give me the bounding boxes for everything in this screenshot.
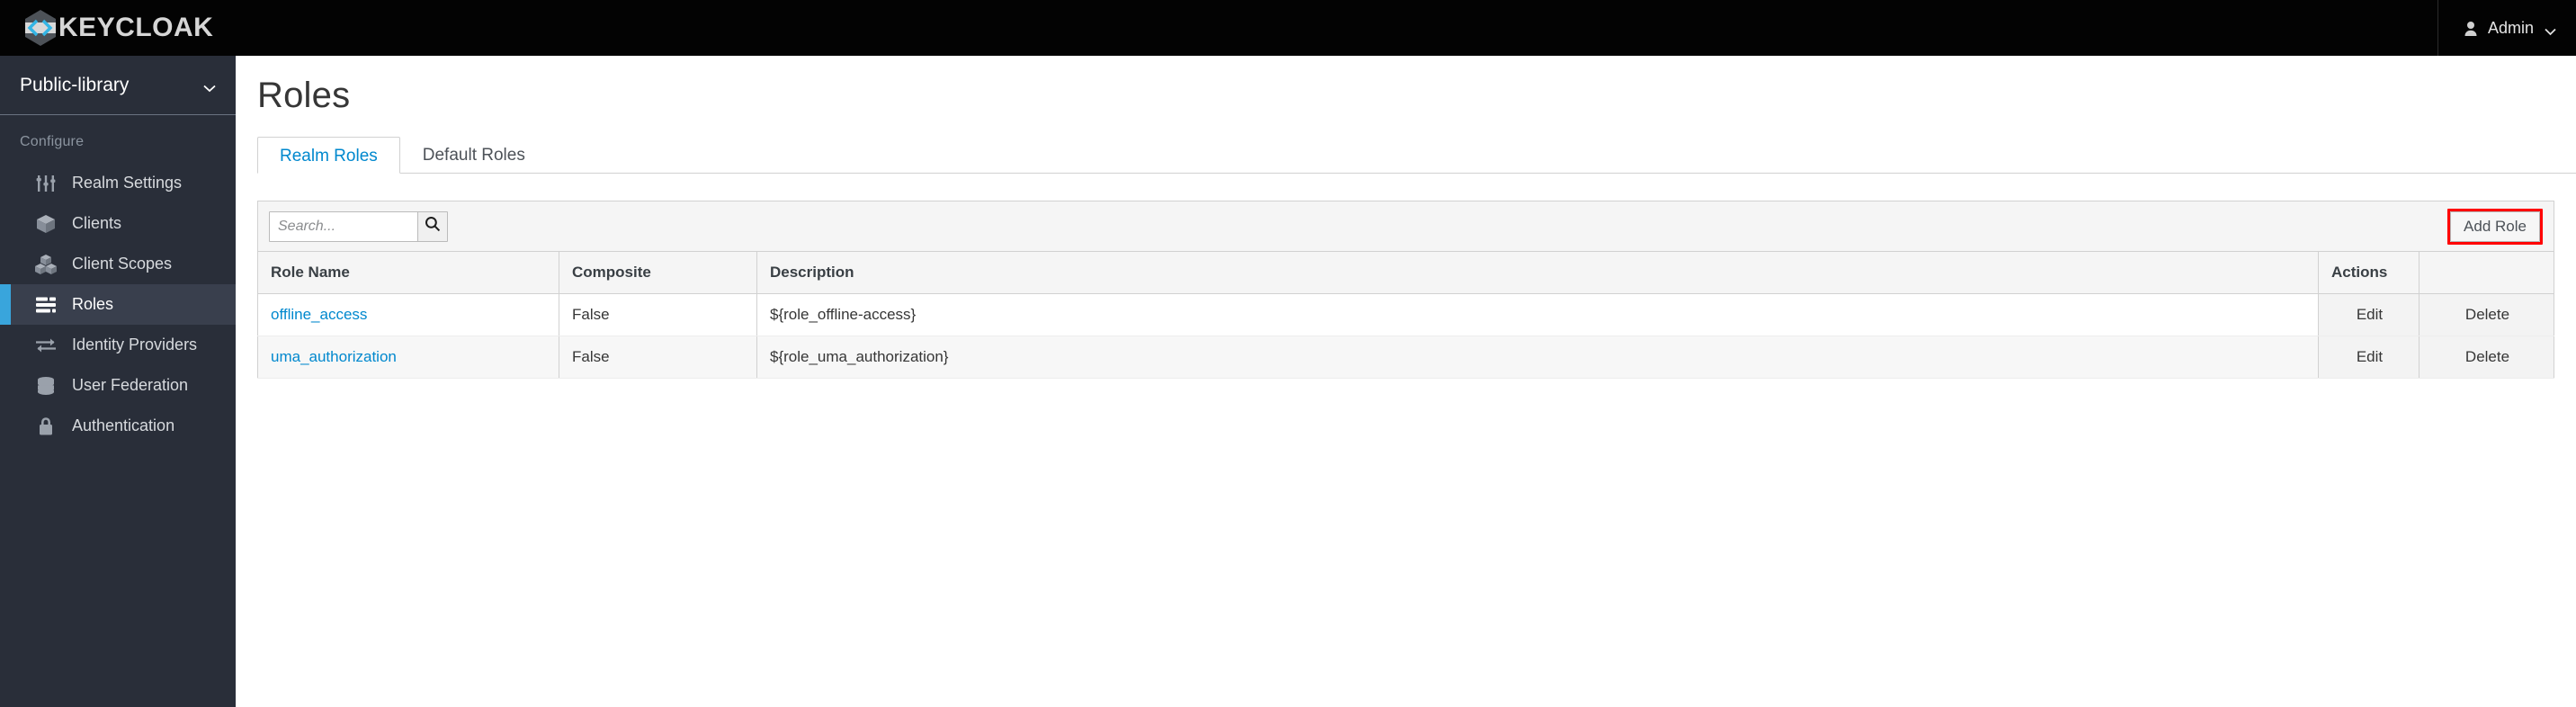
search-button[interactable] (417, 210, 448, 242)
page-title: Roles (257, 76, 351, 115)
cell-role-name: offline_access (257, 293, 559, 336)
table-header-row: Role Name Composite Description Actions (257, 251, 2554, 294)
person-icon (2464, 21, 2478, 36)
lock-icon (34, 416, 58, 436)
column-header-role-name: Role Name (257, 251, 559, 294)
chevron-down-icon (2545, 24, 2556, 35)
nav-section-title: Configure (20, 134, 85, 149)
cell-composite: False (559, 336, 757, 379)
sidebar-item-label: Clients (72, 214, 122, 232)
top-navbar: KEYCLOAK Admin (0, 0, 2576, 56)
main-content: Roles Realm Roles Default Roles Search..… (236, 56, 2576, 707)
tab-label: Default Roles (422, 146, 525, 165)
sidebar-item-clients[interactable]: Clients (0, 203, 236, 244)
keycloak-admin-console: KEYCLOAK Admin Public-library Configure … (0, 0, 2576, 707)
add-role-button[interactable]: Add Role (2450, 210, 2540, 242)
table-row: uma_authorization False ${role_uma_autho… (257, 336, 2554, 379)
sidebar-item-client-scopes[interactable]: Client Scopes (0, 244, 236, 284)
column-header-composite: Composite (559, 251, 757, 294)
sidebar: Public-library Configure Realm Settings (0, 56, 236, 707)
column-header-actions-spacer (2419, 251, 2554, 294)
sidebar-item-realm-settings[interactable]: Realm Settings (0, 163, 236, 203)
keycloak-hexagon-logo-icon (20, 7, 61, 49)
sidebar-item-label: Authentication (72, 416, 175, 434)
database-icon (34, 376, 58, 396)
sidebar-item-label: User Federation (72, 376, 189, 394)
tab-label: Realm Roles (280, 147, 378, 166)
sidebar-item-user-federation[interactable]: User Federation (0, 365, 236, 406)
sidebar-item-label: Realm Settings (72, 174, 183, 192)
cell-description: ${role_offline-access} (756, 293, 2319, 336)
magnifier-icon (425, 216, 441, 237)
sliders-icon (34, 174, 58, 193)
delete-button[interactable]: Delete (2419, 293, 2554, 336)
cell-composite: False (559, 293, 757, 336)
search-group (269, 210, 448, 242)
roles-panel: Add Role Role Name Composite Description… (236, 174, 2576, 379)
table-row: offline_access False ${role_offline-acce… (257, 293, 2554, 336)
sidebar-item-roles[interactable]: Roles (0, 284, 236, 325)
tab-bar: Realm Roles Default Roles (257, 136, 2576, 174)
list-rows-icon (34, 295, 58, 315)
sidebar-item-authentication[interactable]: Authentication (0, 406, 236, 446)
chevron-down-icon (203, 81, 216, 93)
cell-role-name: uma_authorization (257, 336, 559, 379)
exchange-icon (34, 336, 58, 355)
realm-selector[interactable]: Public-library (0, 56, 236, 115)
edit-button[interactable]: Edit (2318, 336, 2419, 379)
add-role-highlight: Add Role (2447, 208, 2543, 245)
tab-realm-roles[interactable]: Realm Roles (257, 137, 400, 174)
sidebar-item-label: Roles (72, 295, 114, 313)
delete-button[interactable]: Delete (2419, 336, 2554, 379)
edit-button[interactable]: Edit (2318, 293, 2419, 336)
sidebar-item-label: Client Scopes (72, 255, 173, 273)
roles-table: Role Name Composite Description Actions … (257, 251, 2554, 379)
role-link[interactable]: uma_authorization (271, 348, 397, 365)
tab-default-roles[interactable]: Default Roles (400, 136, 548, 173)
column-header-actions: Actions (2318, 251, 2419, 294)
cubes-icon (34, 254, 58, 274)
sidebar-item-identity-providers[interactable]: Identity Providers (0, 325, 236, 365)
cell-description: ${role_uma_authorization} (756, 336, 2319, 379)
sidebar-item-label: Identity Providers (72, 336, 198, 354)
search-input[interactable] (269, 210, 418, 242)
user-name-label: Admin (2487, 18, 2534, 37)
role-link[interactable]: offline_access (271, 306, 367, 323)
table-toolbar: Add Role (257, 201, 2554, 251)
brand[interactable]: KEYCLOAK (20, 7, 213, 49)
column-header-description: Description (756, 251, 2319, 294)
user-menu[interactable]: Admin (2437, 0, 2576, 56)
brand-name: KEYCLOAK (58, 13, 214, 42)
cube-icon (34, 214, 58, 234)
realm-name-label: Public-library (20, 74, 130, 95)
